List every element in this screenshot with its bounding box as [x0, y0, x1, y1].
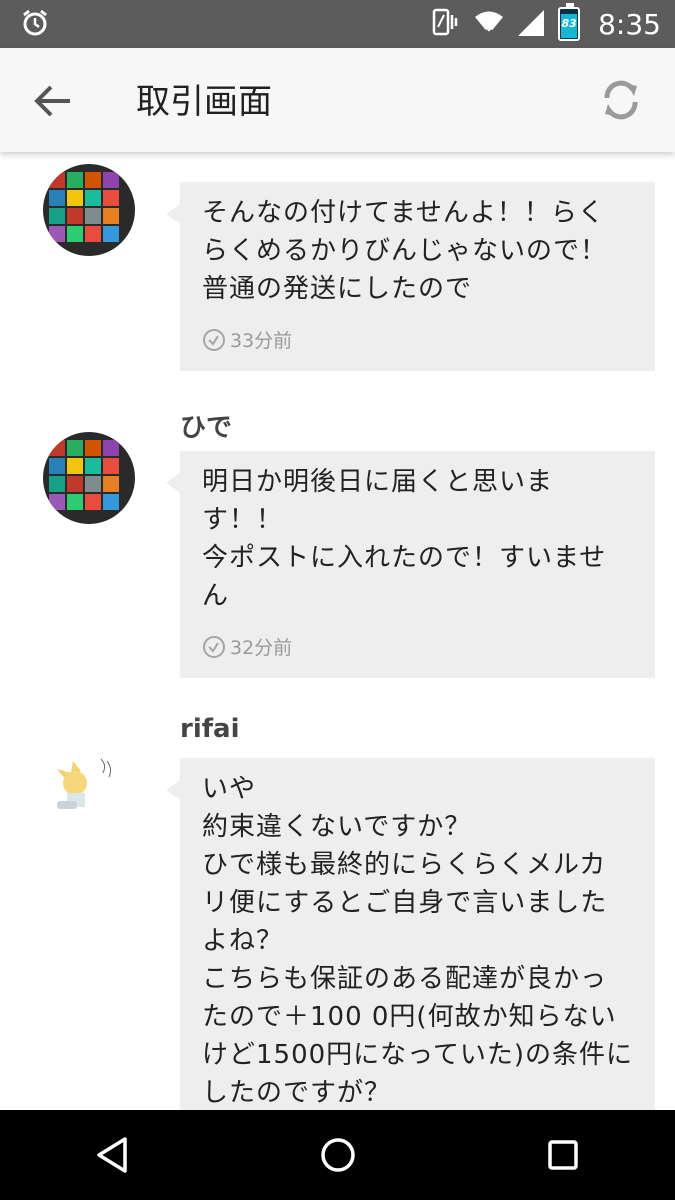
message-text: いや 約束違くないですか？ ひで様も最終的にらくらくメルカ リ便にするとご自身で… [202, 774, 634, 1108]
avatar[interactable] [43, 164, 135, 256]
sender-name: ひで [180, 413, 233, 443]
status-bar: 83 8:35 [0, 0, 675, 48]
back-button[interactable] [30, 78, 76, 124]
clock-icon [203, 328, 225, 351]
nav-home-button[interactable] [308, 1125, 368, 1185]
message-text: 明日か明後日に届くと思いま す！！ 今ポストに入れたので！すいませ ん [202, 467, 607, 611]
nav-recents-button[interactable] [533, 1125, 593, 1185]
navigation-bar [0, 1110, 675, 1200]
recents-square-icon [547, 1140, 578, 1170]
sender-name: rifai [180, 714, 240, 744]
message-bubble: そんなの付けてませんよ！！らく らくめるかりびんじゃないので！ 普通の発送にした… [166, 182, 655, 371]
nav-back-button[interactable] [83, 1125, 143, 1185]
timestamp-text: 33分前 [230, 330, 293, 352]
sender-name: ひで [180, 152, 232, 153]
clock-icon [203, 635, 225, 658]
avatar[interactable] [43, 432, 135, 524]
signal-icon [516, 6, 548, 42]
refresh-button[interactable] [597, 76, 645, 124]
arrow-back-icon [34, 85, 70, 117]
avatar[interactable] [43, 739, 135, 831]
back-triangle-icon [96, 1137, 127, 1173]
message-timestamp: 33分前 [202, 326, 633, 353]
message-bubble: 明日か明後日に届くと思いま す！！ 今ポストに入れたので！すいませ ん 32分前 [166, 451, 655, 678]
wifi-icon [472, 5, 506, 43]
alarm-icon [20, 8, 50, 42]
clock: 8:35 [598, 7, 661, 41]
timestamp-text: 32分前 [230, 637, 293, 659]
page-title: 取引画面 [136, 82, 272, 122]
refresh-icon [604, 80, 638, 120]
message-text: そんなの付けてませんよ！！らく らくめるかりびんじゃないので！ 普通の発送にした… [202, 198, 608, 304]
home-circle-icon [320, 1138, 355, 1172]
message-bubble: いや 約束違くないですか？ ひで様も最終的にらくらくメルカ リ便にするとご自身で… [166, 758, 655, 1110]
battery-percent: 83 [561, 17, 577, 30]
vibrate-icon [428, 5, 462, 43]
battery-icon: 83 [558, 3, 581, 41]
message-timestamp: 32分前 [202, 633, 633, 660]
message-list[interactable]: ひで そんなの付けてませんよ！！らく らくめるかりびんじゃないので！ 普通の発送… [0, 152, 675, 1110]
app-bar: 取引画面 [0, 48, 675, 152]
